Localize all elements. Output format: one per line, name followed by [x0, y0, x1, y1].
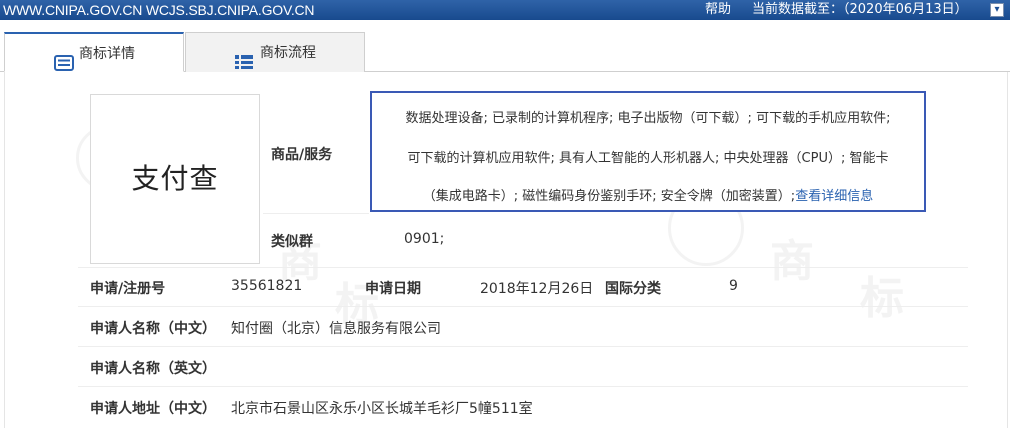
site-url-text: WWW.CNIPA.GOV.CN WCJS.SBJ.CNIPA.GOV.CN — [3, 2, 315, 18]
divider — [78, 306, 968, 307]
app-date-value: 2018年12月26日 — [480, 281, 594, 297]
similar-group-label: 类似群 — [271, 234, 313, 250]
help-link[interactable]: 帮助 — [705, 0, 731, 20]
goods-line-1: 数据处理设备; 已录制的计算机程序; 电子出版物（可下载）; 可下载的手机应用软… — [405, 111, 891, 126]
reg-no-label: 申请/注册号 — [90, 281, 166, 297]
address-cn-value: 北京市石景山区永乐小区长城羊毛衫厂5幢511室 — [231, 401, 533, 417]
trademark-logo-text: 支付查 — [131, 162, 219, 195]
similar-group-value: 0901; — [404, 231, 445, 247]
tab-label: 商标详情 — [79, 46, 135, 62]
trademark-image: 支付查 — [90, 94, 260, 264]
divider — [78, 346, 968, 347]
address-cn-label: 申请人地址（中文） — [90, 401, 216, 417]
goods-line-3-wrap: （集成电路卡）; 磁性编码身份鉴别手环; 安全令牌（加密装置）;查看详细信息 — [372, 185, 924, 204]
tab-trademark-details[interactable]: 商标详情 — [4, 32, 184, 72]
tab-label: 商标流程 — [260, 45, 316, 61]
goods-line-2: 可下载的计算机应用软件; 具有人工智能的人形机器人; 中央处理器（CPU）; 智… — [407, 151, 889, 166]
app-date-label: 申请日期 — [365, 281, 421, 297]
applicant-cn-label: 申请人名称（中文） — [90, 321, 216, 337]
tab-trademark-process[interactable]: 商标流程 — [185, 32, 365, 72]
view-details-link[interactable]: 查看详细信息 — [795, 189, 873, 204]
data-date-text: 当前数据截至：（2020年06月13日） — [752, 2, 968, 17]
intl-class-value: 9 — [729, 278, 738, 294]
site-header-bar: WWW.CNIPA.GOV.CN WCJS.SBJ.CNIPA.GOV.CN 帮… — [0, 0, 1010, 20]
goods-services-label: 商品/服务 — [271, 147, 333, 163]
watermark-char: 商 — [770, 236, 814, 287]
watermark-char: 标 — [860, 273, 904, 324]
divider — [263, 213, 369, 214]
divider — [78, 267, 968, 268]
applicant-cn-value: 知付圈（北京）信息服务有限公司 — [231, 321, 441, 337]
goods-services-box: 数据处理设备; 已录制的计算机程序; 电子出版物（可下载）; 可下载的手机应用软… — [370, 91, 926, 212]
intl-class-label: 国际分类 — [605, 281, 661, 297]
divider — [78, 386, 968, 387]
goods-line-3: （集成电路卡）; 磁性编码身份鉴别手环; 安全令牌（加密装置）; — [422, 189, 796, 204]
applicant-en-label: 申请人名称（英文） — [90, 361, 216, 377]
reg-no-value: 35561821 — [231, 278, 303, 294]
collapse-icon[interactable]: ▾ — [990, 3, 1004, 17]
